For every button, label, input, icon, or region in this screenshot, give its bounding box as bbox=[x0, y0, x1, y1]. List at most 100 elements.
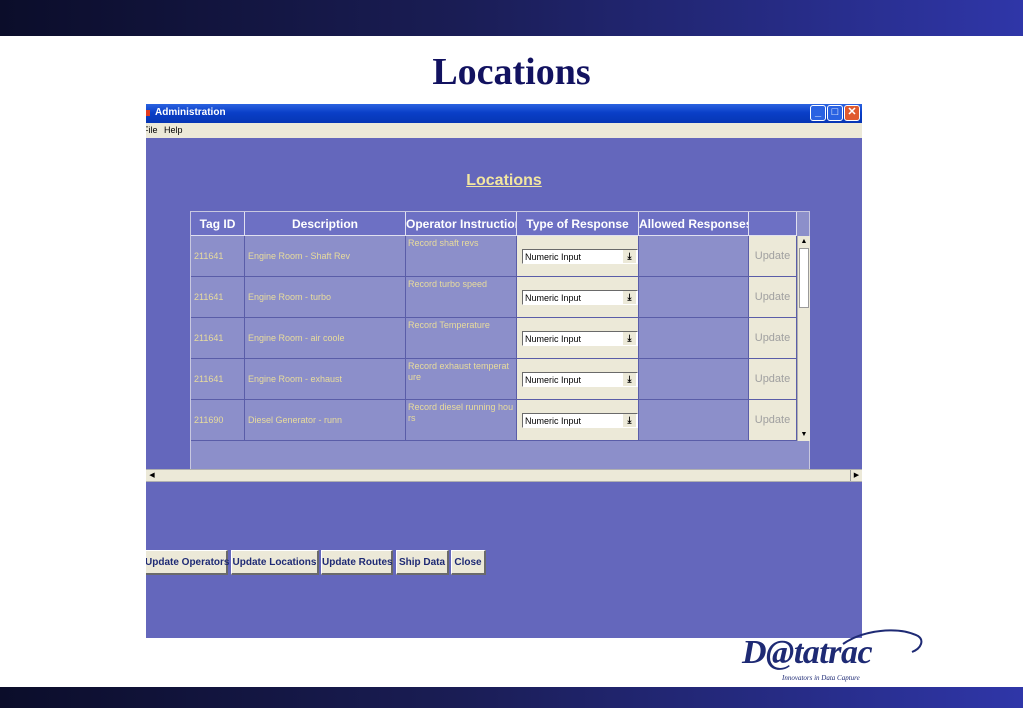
close-window-button[interactable]: ✕ bbox=[844, 105, 860, 121]
scroll-thumb[interactable] bbox=[799, 248, 809, 308]
allowed-responses-cell[interactable] bbox=[639, 359, 749, 400]
grid-vertical-scrollbar[interactable]: ▲ ▼ bbox=[797, 236, 810, 441]
update-row-button[interactable]: Update bbox=[749, 400, 796, 440]
update-operators-button[interactable]: Update Operators bbox=[146, 550, 229, 575]
description-cell[interactable]: Diesel Generator - runn bbox=[245, 400, 406, 441]
minimize-button[interactable]: _ bbox=[810, 105, 826, 121]
administration-window: Administration _ □ ✕ File Help Locations… bbox=[146, 104, 862, 638]
update-cell: Update bbox=[749, 318, 797, 359]
column-header-description: Description bbox=[245, 212, 406, 236]
response-type-select[interactable]: Numeric Input ⤓ bbox=[522, 249, 638, 264]
response-cell: Numeric Input ⤓ bbox=[517, 236, 639, 277]
update-cell: Update bbox=[749, 277, 797, 318]
tag-id-cell[interactable]: 211641 bbox=[191, 318, 245, 359]
logo-wordmark: D@tatrac bbox=[742, 634, 873, 671]
allowed-responses-cell[interactable] bbox=[639, 277, 749, 318]
instruction-value: Record Temperature bbox=[408, 320, 490, 330]
instruction-cell[interactable]: Record exhaust temperature bbox=[406, 359, 517, 400]
update-row-button[interactable]: Update bbox=[749, 318, 796, 358]
update-cell: Update bbox=[749, 400, 797, 441]
response-type-value: Numeric Input bbox=[525, 293, 582, 303]
ship-data-button[interactable]: Ship Data bbox=[396, 550, 449, 575]
menu-bar: File Help bbox=[146, 123, 862, 138]
response-type-select[interactable]: Numeric Input ⤓ bbox=[522, 331, 638, 346]
scroll-up-arrow-icon[interactable]: ▲ bbox=[798, 236, 810, 248]
description-value: Diesel Generator - runn bbox=[248, 415, 343, 425]
column-header-type-of-response: Type of Response bbox=[517, 212, 639, 236]
tag-id-cell[interactable]: 211641 bbox=[191, 277, 245, 318]
slide: Locations Administration _ □ ✕ File Help… bbox=[0, 0, 1023, 708]
response-type-select[interactable]: Numeric Input ⤓ bbox=[522, 413, 638, 428]
response-cell: Numeric Input ⤓ bbox=[517, 400, 639, 441]
datatrac-logo: D@tatrac Innovators in Data Capture bbox=[742, 628, 932, 688]
update-cell: Update bbox=[749, 359, 797, 400]
menu-file[interactable]: File bbox=[146, 125, 158, 135]
dropdown-arrow-icon[interactable]: ⤓ bbox=[623, 332, 636, 345]
scroll-left-arrow-icon[interactable]: ◀ bbox=[146, 470, 158, 481]
slide-title: Locations bbox=[432, 51, 591, 93]
scroll-down-arrow-icon[interactable]: ▼ bbox=[798, 429, 810, 441]
allowed-responses-cell[interactable] bbox=[639, 318, 749, 359]
instruction-value: Record turbo speed bbox=[408, 279, 488, 289]
title-bar[interactable]: Administration _ □ ✕ bbox=[146, 104, 862, 123]
column-header-tag-id: Tag ID bbox=[191, 212, 245, 236]
response-cell: Numeric Input ⤓ bbox=[517, 318, 639, 359]
update-row-button[interactable]: Update bbox=[749, 277, 796, 317]
tag-id-cell[interactable]: 211641 bbox=[191, 359, 245, 400]
update-locations-button[interactable]: Update Locations bbox=[231, 550, 319, 575]
response-cell: Numeric Input ⤓ bbox=[517, 359, 639, 400]
instruction-cell[interactable]: Record diesel running hours bbox=[406, 400, 517, 441]
instruction-cell[interactable]: Record shaft revs bbox=[406, 236, 517, 277]
column-header-operator-instruction: Operator Instruction bbox=[406, 212, 517, 236]
description-cell[interactable]: Engine Room - turbo bbox=[245, 277, 406, 318]
response-type-select[interactable]: Numeric Input ⤓ bbox=[522, 290, 638, 305]
response-type-value: Numeric Input bbox=[525, 416, 582, 426]
update-row-button[interactable]: Update bbox=[749, 236, 796, 276]
response-type-select[interactable]: Numeric Input ⤓ bbox=[522, 372, 638, 387]
dropdown-arrow-icon[interactable]: ⤓ bbox=[623, 291, 636, 304]
close-button[interactable]: Close bbox=[451, 550, 486, 575]
dropdown-arrow-icon[interactable]: ⤓ bbox=[623, 414, 636, 427]
table-row: 211641 Engine Room - turbo Record turbo … bbox=[191, 277, 797, 318]
response-cell: Numeric Input ⤓ bbox=[517, 277, 639, 318]
allowed-responses-cell[interactable] bbox=[639, 400, 749, 441]
logo-tagline: Innovators in Data Capture bbox=[782, 674, 860, 682]
description-value: Engine Room - exhaust bbox=[248, 374, 343, 384]
response-type-value: Numeric Input bbox=[525, 334, 582, 344]
tag-id-cell[interactable]: 211690 bbox=[191, 400, 245, 441]
update-cell: Update bbox=[749, 236, 797, 277]
tag-id-value: 211641 bbox=[194, 251, 224, 261]
instruction-cell[interactable]: Record turbo speed bbox=[406, 277, 517, 318]
tag-id-value: 211641 bbox=[194, 333, 224, 343]
screen-heading: Locations bbox=[146, 172, 862, 190]
instruction-value: Record exhaust temperature bbox=[408, 361, 510, 382]
app-icon bbox=[146, 110, 150, 116]
locations-grid: Tag ID Description Operator Instruction … bbox=[190, 211, 810, 471]
dropdown-arrow-icon[interactable]: ⤓ bbox=[623, 250, 636, 263]
bottom-band bbox=[0, 687, 1023, 708]
description-value: Engine Room - Shaft Rev bbox=[248, 251, 351, 261]
description-value: Engine Room - turbo bbox=[248, 292, 332, 302]
description-cell[interactable]: Engine Room - Shaft Rev bbox=[245, 236, 406, 277]
allowed-responses-cell[interactable] bbox=[639, 236, 749, 277]
top-band bbox=[0, 0, 1023, 36]
maximize-button[interactable]: □ bbox=[827, 105, 843, 121]
description-cell[interactable]: Engine Room - exhaust bbox=[245, 359, 406, 400]
tag-id-value: 211641 bbox=[194, 292, 224, 302]
column-header-action bbox=[749, 212, 797, 236]
instruction-cell[interactable]: Record Temperature bbox=[406, 318, 517, 359]
menu-help[interactable]: Help bbox=[164, 125, 183, 135]
update-routes-button[interactable]: Update Routes bbox=[321, 550, 393, 575]
response-type-value: Numeric Input bbox=[525, 252, 582, 262]
response-type-value: Numeric Input bbox=[525, 375, 582, 385]
table-row: 211641 Engine Room - Shaft Rev Record sh… bbox=[191, 236, 797, 277]
description-cell[interactable]: Engine Room - air coole bbox=[245, 318, 406, 359]
horizontal-scrollbar[interactable]: ◀ ▶ bbox=[146, 469, 862, 482]
instruction-value: Record diesel running hours bbox=[408, 402, 514, 423]
tag-id-cell[interactable]: 211641 bbox=[191, 236, 245, 277]
update-row-button[interactable]: Update bbox=[749, 359, 796, 399]
instruction-value: Record shaft revs bbox=[408, 238, 479, 248]
dropdown-arrow-icon[interactable]: ⤓ bbox=[623, 373, 636, 386]
table-row: 211690 Diesel Generator - runn Record di… bbox=[191, 400, 797, 441]
scroll-right-arrow-icon[interactable]: ▶ bbox=[850, 470, 862, 481]
